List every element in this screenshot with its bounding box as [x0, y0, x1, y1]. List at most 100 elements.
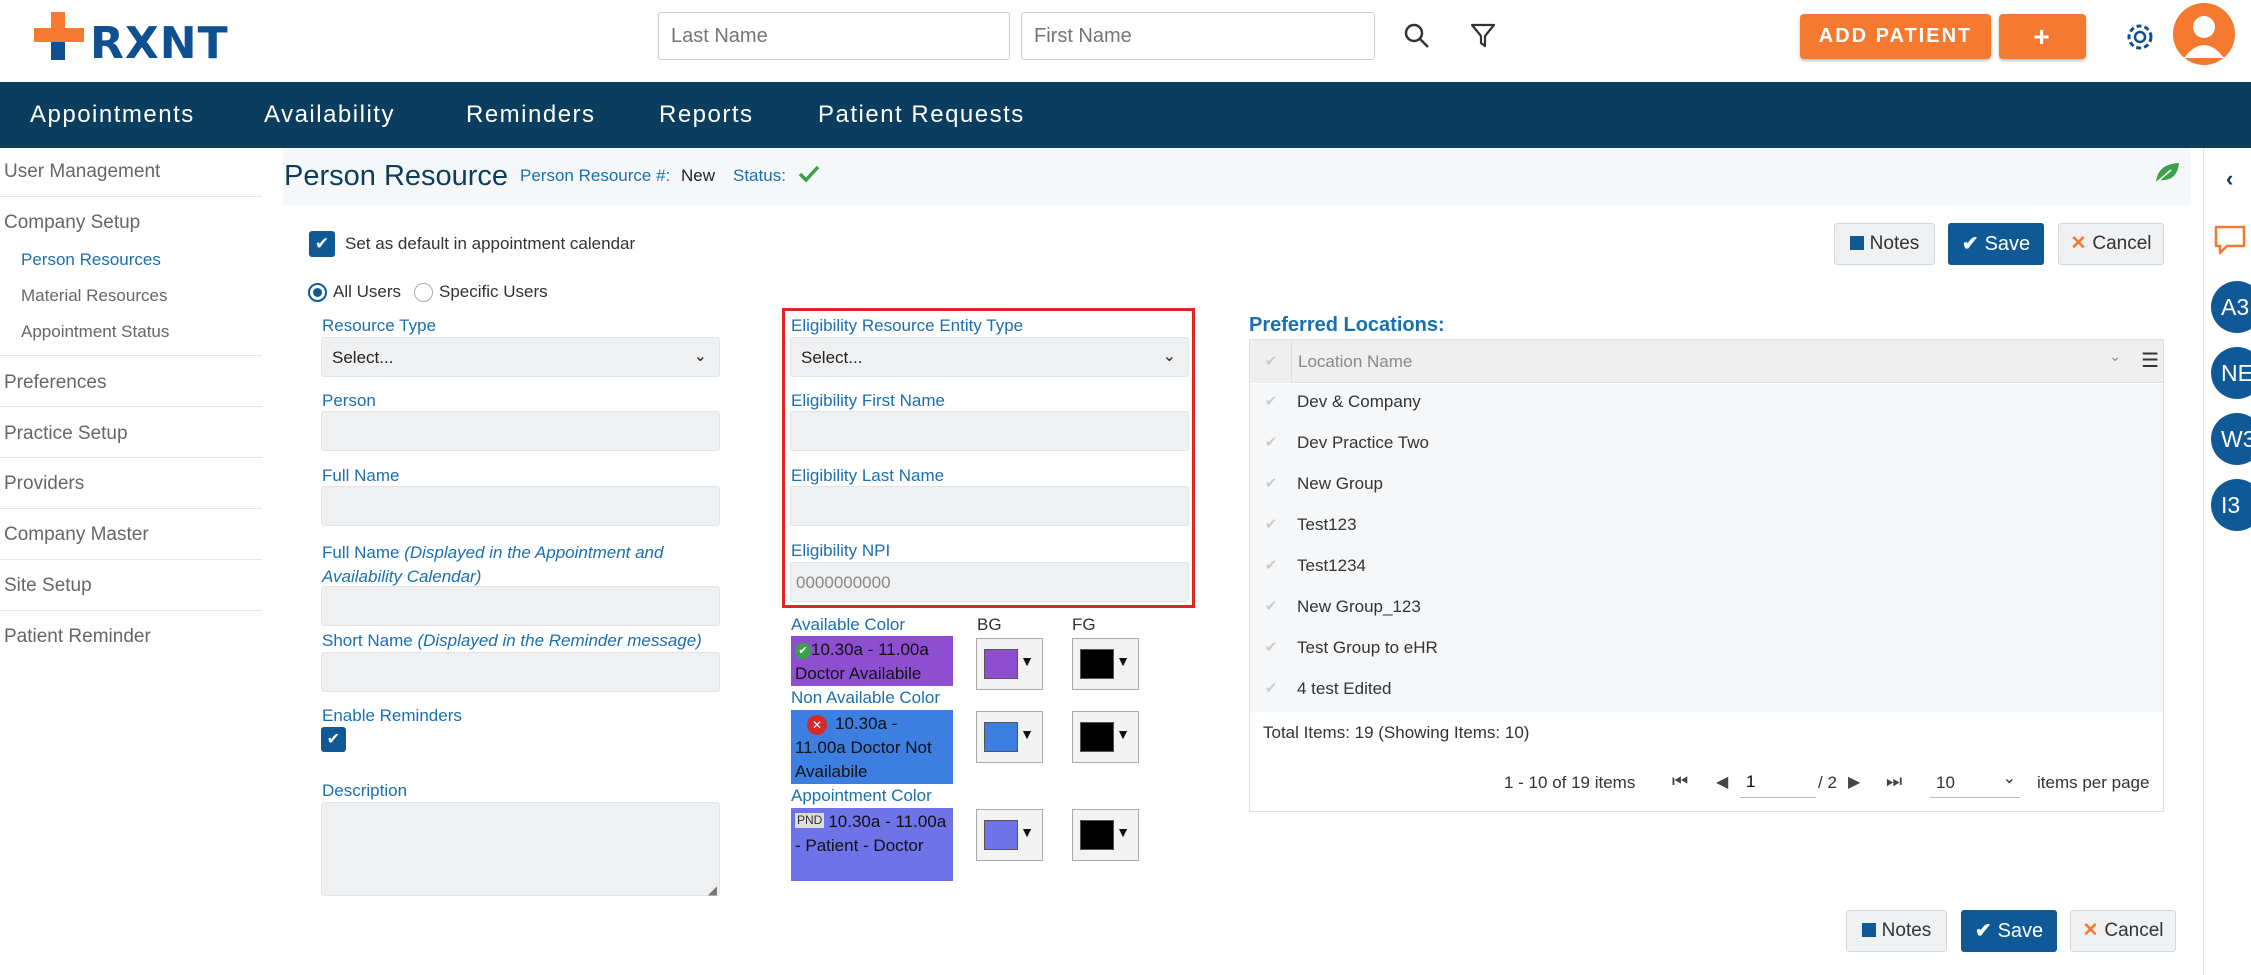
row-checkbox[interactable]: ✔: [1251, 627, 1291, 668]
location-name-cell: New Group_123: [1297, 597, 1421, 616]
all-users-radio[interactable]: [308, 283, 327, 302]
sidebar-item-company-setup[interactable]: Company Setup: [4, 212, 140, 234]
location-name-cell: 4 test Edited: [1297, 679, 1392, 698]
eligibility-last-name-label: Eligibility Last Name: [791, 466, 945, 485]
nav-reminders[interactable]: Reminders: [466, 82, 596, 148]
caret-down-icon: ▼: [1020, 653, 1034, 669]
page-size-select[interactable]: 10 ⌄: [1930, 766, 2020, 798]
sidebar-item-appointment-status[interactable]: Appointment Status: [21, 322, 169, 342]
table-row[interactable]: ✔ Test123: [1251, 504, 2162, 545]
short-name-field[interactable]: [321, 652, 720, 692]
description-textarea[interactable]: ◢: [321, 802, 720, 897]
sidebar-item-practice-setup[interactable]: Practice Setup: [4, 423, 128, 445]
entity-type-select[interactable]: Select... ⌄: [790, 337, 1189, 377]
row-checkbox[interactable]: ✔: [1251, 545, 1291, 586]
row-checkbox[interactable]: ✔: [1251, 586, 1291, 627]
column-menu-icon[interactable]: ☰: [2141, 348, 2159, 373]
non-available-fg-picker[interactable]: ▼: [1072, 711, 1139, 763]
row-checkbox[interactable]: ✔: [1251, 381, 1291, 422]
close-icon: ✕: [2070, 233, 2087, 254]
search-icon[interactable]: [1403, 22, 1431, 50]
sidebar-item-person-resources[interactable]: Person Resources: [21, 250, 161, 270]
sidebar-item-material-resources[interactable]: Material Resources: [21, 286, 167, 306]
gear-icon[interactable]: [2123, 20, 2157, 54]
notes-button-top[interactable]: Notes: [1834, 223, 1935, 265]
last-page-icon[interactable]: ⏭: [1886, 771, 1902, 792]
select-all-checkbox[interactable]: ✔: [1251, 340, 1291, 383]
available-bg-picker[interactable]: ▼: [976, 638, 1043, 690]
last-name-input[interactable]: [658, 12, 1010, 60]
eligibility-last-name-field[interactable]: [790, 486, 1189, 526]
first-name-input[interactable]: [1021, 12, 1375, 60]
page-size-value: 10: [1936, 773, 1955, 792]
sidebar-item-company-master[interactable]: Company Master: [4, 524, 149, 546]
avatar[interactable]: [2172, 2, 2236, 66]
resource-type-select[interactable]: Select... ⌄: [321, 337, 720, 377]
sidebar-item-user-management[interactable]: User Management: [4, 161, 160, 183]
table-row[interactable]: ✔ New Group_123: [1251, 586, 2162, 627]
top-bar: RXNT ADD PATIENT +: [0, 0, 2251, 82]
items-per-page-label: items per page: [2037, 773, 2150, 792]
enable-reminders-label: Enable Reminders: [322, 706, 462, 725]
filter-icon[interactable]: [1470, 22, 1496, 50]
table-row[interactable]: ✔ Dev & Company: [1251, 381, 2162, 422]
enable-reminders-checkbox[interactable]: ✔: [321, 727, 346, 752]
chat-icon[interactable]: [2213, 224, 2247, 256]
available-color-preview: ✔ 10.30a - 11.00a Doctor Availabile: [791, 636, 953, 686]
table-row[interactable]: ✔ New Group: [1251, 463, 2162, 504]
eligibility-first-name-label: Eligibility First Name: [791, 391, 945, 410]
location-name-header-text: Location Name: [1298, 352, 1413, 371]
available-preview-text: 10.30a - 11.00a Doctor Availabile: [795, 640, 929, 683]
row-checkbox[interactable]: ✔: [1251, 422, 1291, 463]
location-name-header[interactable]: Location Name ⌄ ☰: [1291, 340, 2163, 383]
entity-type-value: Select...: [801, 348, 863, 367]
nav-reports[interactable]: Reports: [659, 82, 754, 148]
cancel-button-top[interactable]: ✕ Cancel: [2058, 223, 2164, 265]
prev-page-icon[interactable]: ◀: [1716, 772, 1728, 792]
save-button-bottom[interactable]: ✔ Save: [1961, 910, 2057, 952]
sidebar-item-preferences[interactable]: Preferences: [4, 372, 106, 394]
default-calendar-checkbox[interactable]: ✔: [309, 231, 335, 257]
table-row[interactable]: ✔ Dev Practice Two: [1251, 422, 2162, 463]
next-page-icon[interactable]: ▶: [1848, 772, 1860, 792]
location-name-cell: Dev Practice Two: [1297, 433, 1429, 452]
non-available-bg-picker[interactable]: ▼: [976, 711, 1043, 763]
close-icon: ✕: [2082, 920, 2099, 941]
cancel-button-bottom[interactable]: ✕ Cancel: [2070, 910, 2176, 952]
specific-users-radio[interactable]: [414, 283, 433, 302]
page-total: / 2: [1818, 773, 1837, 792]
add-patient-button[interactable]: ADD PATIENT: [1800, 14, 1991, 59]
table-row[interactable]: ✔ Test1234: [1251, 545, 2162, 586]
table-row[interactable]: ✔ Test Group to eHR: [1251, 627, 2162, 668]
location-name-cell: Test Group to eHR: [1297, 638, 1438, 657]
row-checkbox[interactable]: ✔: [1251, 463, 1291, 504]
nav-appointments[interactable]: Appointments: [30, 82, 195, 148]
logo-text[interactable]: RXNT: [90, 18, 229, 69]
sidebar-item-providers[interactable]: Providers: [4, 473, 84, 495]
page-number-input[interactable]: [1740, 766, 1816, 798]
bg-label: BG: [977, 615, 1002, 634]
appointment-fg-picker[interactable]: ▼: [1072, 809, 1139, 861]
notes-button-bottom[interactable]: Notes: [1846, 910, 1947, 952]
chevron-left-icon[interactable]: ‹: [2226, 166, 2233, 192]
person-field[interactable]: [321, 411, 720, 451]
add-plus-button[interactable]: +: [1999, 14, 2086, 59]
full-name-display-field[interactable]: [321, 586, 720, 626]
row-checkbox[interactable]: ✔: [1251, 504, 1291, 545]
row-checkbox[interactable]: ✔: [1251, 668, 1291, 709]
sidebar-item-patient-reminder[interactable]: Patient Reminder: [4, 626, 151, 648]
full-name-field[interactable]: [321, 486, 720, 526]
nav-availability[interactable]: Availability: [264, 82, 395, 148]
appointment-bg-picker[interactable]: ▼: [976, 809, 1043, 861]
sidebar-item-site-setup[interactable]: Site Setup: [4, 575, 92, 597]
short-name-note: (Displayed in the Reminder message): [417, 631, 702, 650]
first-page-icon[interactable]: ⏮: [1672, 771, 1688, 792]
eligibility-first-name-field[interactable]: [790, 411, 1189, 451]
eligibility-npi-field[interactable]: 0000000000: [790, 562, 1189, 602]
table-row[interactable]: ✔ 4 test Edited: [1251, 668, 2162, 709]
save-button-top[interactable]: ✔ Save: [1948, 223, 2044, 265]
eligibility-npi-label: Eligibility NPI: [791, 541, 891, 560]
nav-patient-requests[interactable]: Patient Requests: [818, 82, 1025, 148]
caret-down-icon: ▼: [1020, 824, 1034, 840]
available-fg-picker[interactable]: ▼: [1072, 638, 1139, 690]
